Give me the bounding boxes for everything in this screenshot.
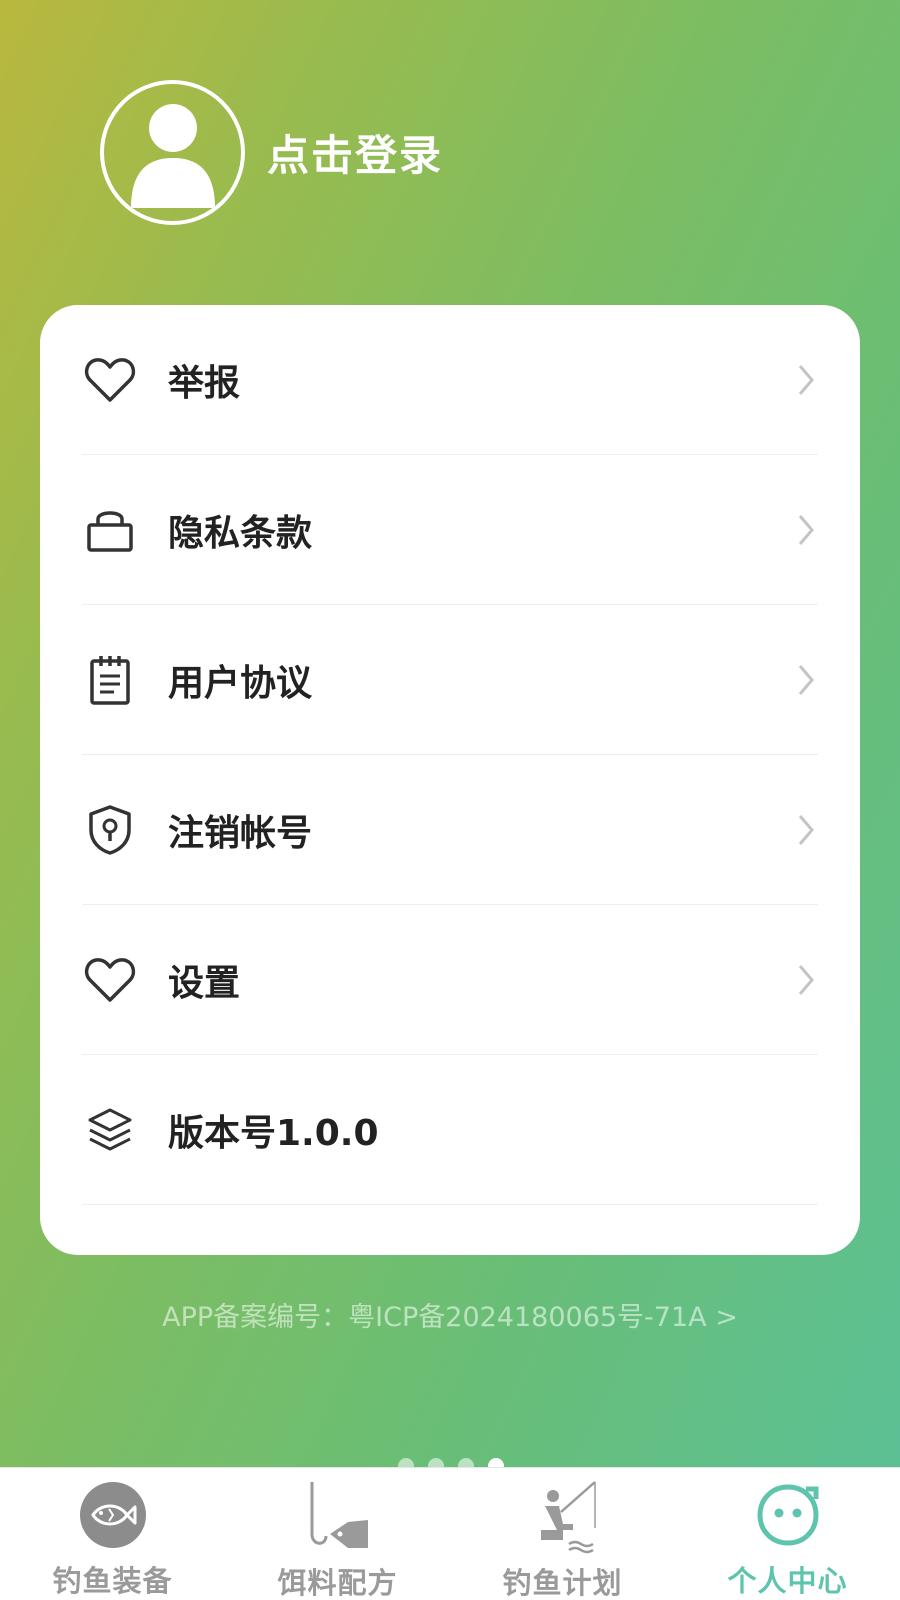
hook-bait-icon (300, 1478, 376, 1554)
heart-icon (82, 952, 138, 1008)
shield-key-icon (82, 802, 138, 858)
tab-personal-center[interactable]: 个人中心 (675, 1468, 900, 1600)
chevron-right-icon (794, 660, 818, 700)
menu-item-label: 隐私条款 (168, 512, 313, 554)
tab-label: 钓鱼计划 (502, 1566, 623, 1600)
login-label[interactable]: 点击登录 (267, 122, 443, 183)
fish-icon (75, 1478, 151, 1552)
menu-item-report[interactable]: 举报 (82, 305, 818, 455)
heart-icon (82, 352, 138, 408)
face-icon (750, 1478, 826, 1552)
menu-item-user-agreement[interactable]: 用户协议 (82, 605, 818, 755)
chevron-right-icon (794, 510, 818, 550)
menu-item-settings[interactable]: 设置 (82, 905, 818, 1055)
tab-label: 钓鱼装备 (52, 1564, 173, 1598)
bottom-tab-bar: 钓鱼装备 饵料配方 钓鱼计划 个人中心 (0, 1467, 900, 1600)
avatar[interactable] (100, 80, 245, 225)
menu-item-delete-account[interactable]: 注销帐号 (82, 755, 818, 905)
login-area[interactable]: 点击登录 (100, 80, 443, 225)
icp-registration-link[interactable]: APP备案编号：粤ICP备2024180065号-71A > (0, 1295, 900, 1334)
chevron-right-icon (794, 360, 818, 400)
layers-icon (82, 1102, 138, 1158)
menu-item-label: 注销帐号 (168, 812, 313, 854)
chevron-right-icon (794, 810, 818, 850)
lock-icon (82, 502, 138, 558)
version-label: 版本号1.0.0 (168, 1112, 379, 1154)
tab-label: 饵料配方 (277, 1566, 398, 1600)
notepad-icon (82, 652, 138, 708)
chevron-right-icon (794, 960, 818, 1000)
menu-item-version: 版本号1.0.0 (82, 1055, 818, 1205)
tab-fishing-gear[interactable]: 钓鱼装备 (0, 1468, 225, 1600)
menu-item-label: 举报 (168, 362, 241, 404)
user-icon (130, 103, 215, 208)
angler-icon (525, 1478, 601, 1554)
menu-item-label: 设置 (168, 962, 241, 1004)
menu-card: 举报 隐私条款 用户协议 注销帐号 设置 版本号1.0.0 (40, 305, 860, 1255)
menu-item-label: 用户协议 (168, 662, 313, 704)
tab-fishing-plan[interactable]: 钓鱼计划 (450, 1468, 675, 1600)
tab-label: 个人中心 (727, 1564, 848, 1598)
menu-item-privacy[interactable]: 隐私条款 (82, 455, 818, 605)
tab-bait-recipe[interactable]: 饵料配方 (225, 1468, 450, 1600)
